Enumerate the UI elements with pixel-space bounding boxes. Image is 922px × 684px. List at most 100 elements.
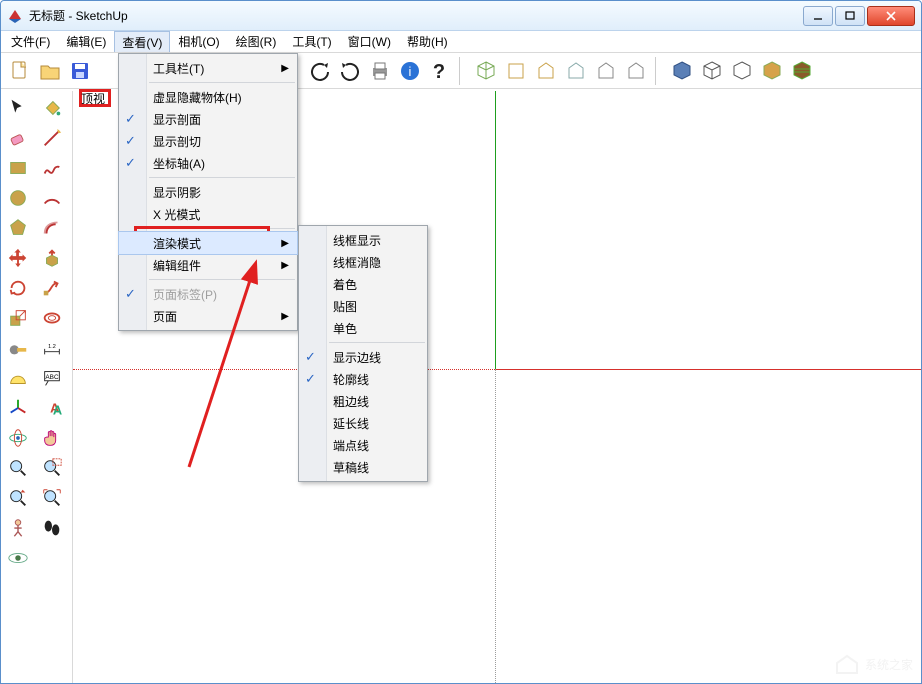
menu-item-label: 延长线 — [333, 415, 369, 432]
walk-tool[interactable] — [35, 513, 69, 543]
menu-item-label: 页面 — [153, 308, 177, 325]
xray-button[interactable] — [668, 57, 696, 85]
save-button[interactable] — [66, 57, 94, 85]
close-button[interactable] — [867, 6, 915, 26]
pan-tool[interactable] — [35, 423, 69, 453]
zoom-window-tool[interactable] — [35, 453, 69, 483]
axis-red-solid — [495, 369, 921, 370]
rectangle-tool[interactable] — [1, 153, 35, 183]
menu-help[interactable]: 帮助(H) — [399, 31, 456, 52]
render-submenu-item[interactable]: 端点线 — [299, 434, 427, 456]
check-icon: ✓ — [305, 371, 316, 387]
view-menu-item[interactable]: ✓显示剖切 — [119, 130, 297, 152]
menu-item-label: 线框显示 — [333, 232, 381, 249]
right-view-button[interactable] — [562, 57, 590, 85]
top-view-button[interactable] — [502, 57, 530, 85]
render-submenu-item[interactable]: ✓ 轮廓线 — [299, 368, 427, 390]
help-button[interactable]: ? — [426, 57, 454, 85]
render-submenu-item[interactable]: ✓显示边线 — [299, 346, 427, 368]
pushpull-tool[interactable] — [35, 243, 69, 273]
zoom-tool[interactable] — [1, 453, 35, 483]
previous-view-tool[interactable] — [1, 483, 35, 513]
followme-tool[interactable] — [35, 273, 69, 303]
svg-text:i: i — [409, 64, 412, 79]
hidden-line-button[interactable] — [728, 57, 756, 85]
polygon-tool[interactable] — [1, 213, 35, 243]
select-tool[interactable] — [1, 93, 35, 123]
eraser-tool[interactable] — [1, 123, 35, 153]
menu-draw[interactable]: 绘图(R) — [228, 31, 285, 52]
iso-view-button[interactable] — [472, 57, 500, 85]
dimension-tool[interactable]: 1.2 — [35, 333, 69, 363]
3d-text-tool[interactable]: AA — [35, 393, 69, 423]
menu-item-label: 页面标签(P) — [153, 286, 217, 303]
wireframe-button[interactable] — [698, 57, 726, 85]
render-submenu-item[interactable]: 线框消隐 — [299, 251, 427, 273]
look-around-tool[interactable] — [1, 543, 35, 573]
orbit-tool[interactable] — [1, 423, 35, 453]
axis-green — [495, 91, 496, 369]
view-menu-item[interactable]: ✓显示剖面 — [119, 108, 297, 130]
offset-tool[interactable] — [35, 213, 69, 243]
redo-button[interactable] — [336, 57, 364, 85]
render-submenu-item[interactable]: 粗边线 — [299, 390, 427, 412]
menu-item-label: 轮廓线 — [333, 371, 369, 388]
protractor-tool[interactable] — [1, 363, 35, 393]
offset-face-tool[interactable] — [35, 303, 69, 333]
menu-item-label: 显示阴影 — [153, 184, 201, 201]
check-icon: ✓ — [125, 155, 136, 171]
paint-bucket-tool[interactable] — [35, 93, 69, 123]
circle-tool[interactable] — [1, 183, 35, 213]
view-menu-item[interactable]: 虚显隐藏物体(H) — [119, 86, 297, 108]
freehand-tool[interactable] — [35, 153, 69, 183]
move-tool[interactable] — [1, 243, 35, 273]
menu-tools[interactable]: 工具(T) — [284, 31, 339, 52]
section-plane-tool[interactable] — [35, 543, 69, 573]
render-submenu-item[interactable]: 着色 — [299, 273, 427, 295]
view-menu-item[interactable]: 工具栏(T)▶ — [119, 57, 297, 79]
titlebar: 无标题 - SketchUp — [1, 1, 921, 31]
menu-file[interactable]: 文件(F) — [3, 31, 58, 52]
render-submenu-item[interactable]: 延长线 — [299, 412, 427, 434]
view-menu-item[interactable]: ✓坐标轴(A) — [119, 152, 297, 174]
view-menu-item[interactable]: 显示阴影 — [119, 181, 297, 203]
text-tool[interactable]: ABC — [35, 363, 69, 393]
menu-edit[interactable]: 编辑(E) — [58, 31, 114, 52]
line-tool[interactable] — [35, 123, 69, 153]
menu-window[interactable]: 窗口(W) — [340, 31, 399, 52]
view-menu-item[interactable]: X 光模式 — [119, 203, 297, 225]
left-view-button[interactable] — [622, 57, 650, 85]
app-icon — [7, 8, 23, 24]
render-submenu-item[interactable]: 单色 — [299, 317, 427, 339]
render-submenu-item[interactable]: 线框显示 — [299, 229, 427, 251]
check-icon: ✓ — [125, 133, 136, 149]
scale-tool[interactable] — [1, 303, 35, 333]
axes-tool[interactable] — [1, 393, 35, 423]
new-file-button[interactable] — [6, 57, 34, 85]
print-button[interactable] — [366, 57, 394, 85]
render-submenu-item[interactable]: 草稿线 — [299, 456, 427, 478]
menu-item-label: 端点线 — [333, 437, 369, 454]
maximize-button[interactable] — [835, 6, 865, 26]
view-menu-item[interactable]: 页面▶ — [119, 305, 297, 327]
undo-button[interactable] — [306, 57, 334, 85]
axis-grey-dotted — [495, 369, 496, 683]
zoom-extents-tool[interactable] — [35, 483, 69, 513]
front-view-button[interactable] — [532, 57, 560, 85]
left-tool-palette: 1.2 ABC AA — [1, 91, 73, 683]
position-camera-tool[interactable] — [1, 513, 35, 543]
minimize-button[interactable] — [803, 6, 833, 26]
view-menu-item[interactable]: 渲染模式▶ — [119, 232, 297, 254]
menu-camera[interactable]: 相机(O) — [170, 31, 227, 52]
rotate-tool[interactable] — [1, 273, 35, 303]
textured-button[interactable] — [788, 57, 816, 85]
view-menu-item[interactable]: 编辑组件▶ — [119, 254, 297, 276]
tape-measure-tool[interactable] — [1, 333, 35, 363]
back-view-button[interactable] — [592, 57, 620, 85]
arc-tool[interactable] — [35, 183, 69, 213]
menu-view[interactable]: 查看(V) — [114, 31, 170, 52]
model-info-button[interactable]: i — [396, 57, 424, 85]
render-submenu-item[interactable]: 贴图 — [299, 295, 427, 317]
open-file-button[interactable] — [36, 57, 64, 85]
shaded-button[interactable] — [758, 57, 786, 85]
